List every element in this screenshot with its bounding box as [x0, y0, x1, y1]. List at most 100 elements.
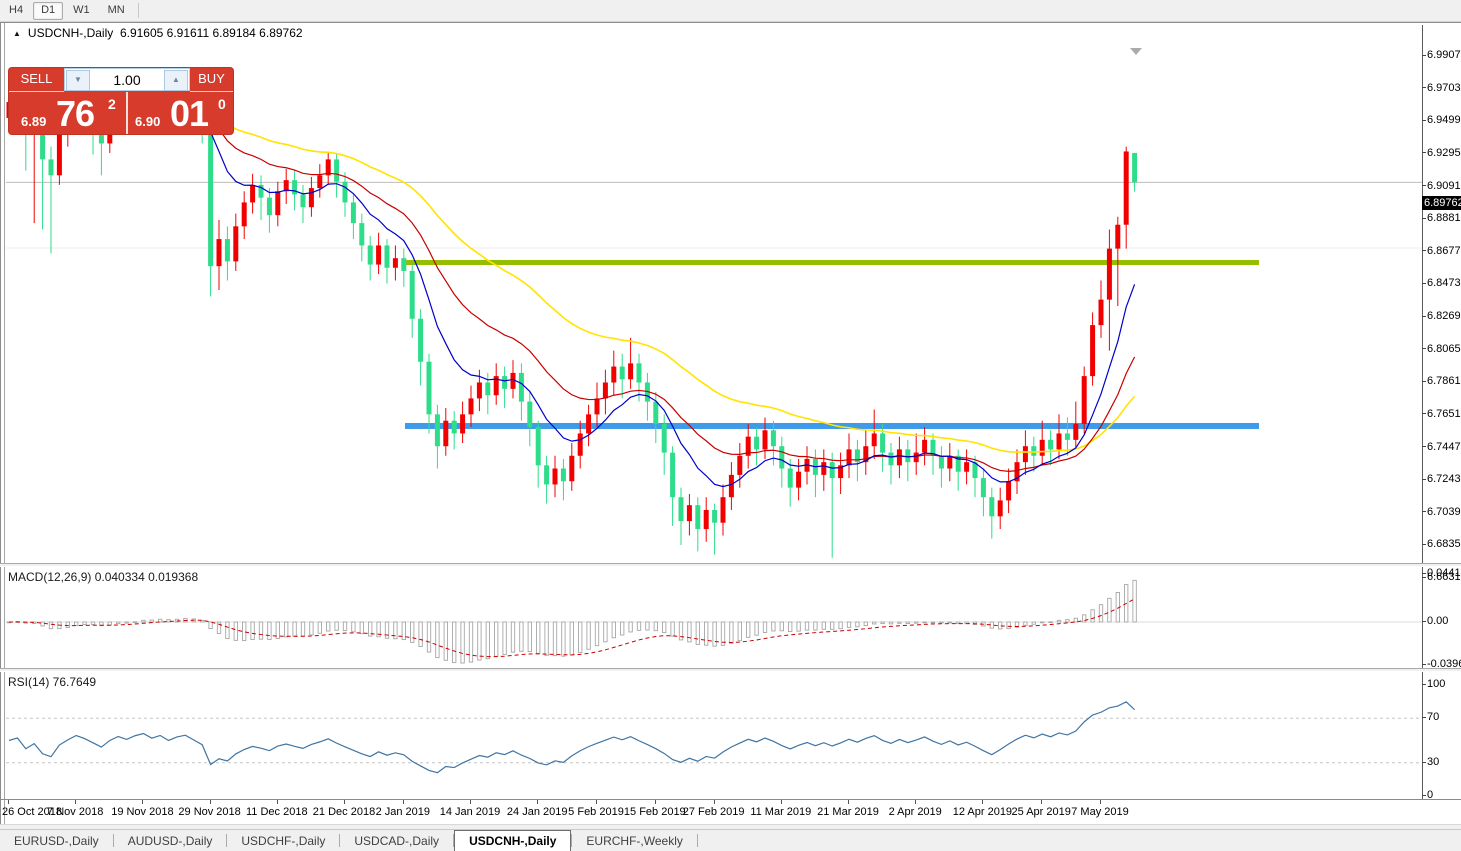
- date-axis-label: 21 Mar 2019: [817, 806, 879, 818]
- date-axis-label: 2 Apr 2019: [889, 806, 942, 818]
- chart-shift-marker-icon[interactable]: [1130, 48, 1142, 55]
- timeframe-toolbar: H4D1W1MN: [0, 0, 1461, 22]
- price-axis-tick: [1422, 413, 1426, 414]
- price-axis-label: 6.74470: [1427, 441, 1459, 453]
- rsi-axis-tick: [1422, 762, 1426, 763]
- tab-usdchf-daily[interactable]: USDCHF-,Daily: [227, 830, 339, 851]
- price-axis-label: 6.84730: [1427, 277, 1459, 289]
- date-axis-tick: [781, 800, 782, 804]
- price-axis-tick: [1422, 544, 1426, 545]
- price-axis-tick: [1422, 283, 1426, 284]
- timeframe-mn[interactable]: MN: [100, 2, 133, 20]
- price-axis-tick: [1422, 316, 1426, 317]
- price-axis-tick: [1422, 511, 1426, 512]
- chart-tabbar: EURUSD-,DailyAUDUSD-,DailyUSDCHF-,DailyU…: [0, 829, 1461, 851]
- timeframe-h4[interactable]: H4: [1, 2, 31, 20]
- date-axis-label: 12 Apr 2019: [953, 806, 1012, 818]
- one-click-trading-panel: SELL ▼ ▲ BUY 6.89 76 2 6.90 01 0: [9, 68, 233, 134]
- price-axis-tick: [1422, 218, 1426, 219]
- date-axis-tick: [655, 800, 656, 804]
- volume-increase-icon[interactable]: ▲: [164, 70, 188, 91]
- buy-price-small: 6.90: [135, 114, 160, 129]
- timeframe-d1[interactable]: D1: [33, 2, 63, 20]
- price-pane-layer: [6, 67, 1422, 558]
- timeframe-w1[interactable]: W1: [65, 2, 98, 20]
- date-axis-tick: [210, 800, 211, 804]
- price-axis-label: 6.80650: [1427, 343, 1459, 355]
- date-axis-label: 7 May 2019: [1071, 806, 1128, 818]
- date-axis-label: 19 Nov 2018: [111, 806, 173, 818]
- tab-audusd-daily[interactable]: AUDUSD-,Daily: [114, 830, 227, 851]
- price-axis-tick: [1422, 577, 1426, 578]
- tab-usdcnh-daily[interactable]: USDCNH-,Daily: [454, 830, 571, 851]
- tab-separator: [697, 834, 698, 847]
- date-axis-tick: [1041, 800, 1042, 804]
- trade-buttons-row: SELL ▼ ▲ BUY: [9, 68, 233, 91]
- date-axis-label: 14 Jan 2019: [440, 806, 501, 818]
- price-axis-label: 6.90910: [1427, 180, 1459, 192]
- rsi-pane-layer: [6, 702, 1422, 773]
- tab-usdcad-daily[interactable]: USDCAD-,Daily: [340, 830, 453, 851]
- date-axis-tick: [915, 800, 916, 804]
- date-axis-tick: [344, 800, 345, 804]
- price-axis-label: 6.97030: [1427, 82, 1459, 94]
- rsi-axis-label: 70: [1427, 711, 1459, 723]
- date-axis-label: 15 Feb 2019: [624, 806, 686, 818]
- date-axis-tick: [403, 800, 404, 804]
- date-axis-label: 27 Feb 2019: [683, 806, 745, 818]
- price-axis-label: 6.82690: [1427, 310, 1459, 322]
- date-axis-label: 29 Nov 2018: [178, 806, 240, 818]
- volume-stepper: ▼ ▲: [64, 68, 190, 91]
- chart-window[interactable]: ▲USDCNH-,Daily 6.91605 6.91611 6.89184 6…: [0, 22, 1461, 826]
- rsi-axis-label: 0: [1427, 789, 1459, 801]
- price-axis-label: 6.78610: [1427, 375, 1459, 387]
- rsi-axis-tick: [1422, 717, 1426, 718]
- price-axis-label: 6.86770: [1427, 245, 1459, 257]
- date-axis-tick: [596, 800, 597, 804]
- date-axis-tick: [537, 800, 538, 804]
- price-axis-tick: [1422, 55, 1426, 56]
- price-axis-label: 6.76510: [1427, 408, 1459, 420]
- price-axis-tick: [1422, 479, 1426, 480]
- tab-eurchf-weekly[interactable]: EURCHF-,Weekly: [572, 830, 696, 851]
- tab-eurusd-daily[interactable]: EURUSD-,Daily: [0, 830, 113, 851]
- date-axis-label: 11 Dec 2018: [246, 806, 308, 818]
- volume-decrease-icon[interactable]: ▼: [66, 70, 90, 91]
- date-axis-label: 24 Jan 2019: [507, 806, 568, 818]
- buy-price-panel[interactable]: 6.90 01 0: [128, 92, 233, 134]
- buy-button[interactable]: BUY: [190, 68, 233, 92]
- date-axis-line: [0, 799, 1461, 800]
- price-axis-tick: [1422, 87, 1426, 88]
- macd-axis-tick: [1422, 573, 1426, 574]
- sell-price-panel[interactable]: 6.89 76 2: [9, 92, 128, 134]
- date-axis-tick: [982, 800, 983, 804]
- date-axis-tick: [714, 800, 715, 804]
- price-axis-label: 6.99070: [1427, 49, 1459, 61]
- price-axis-tick: [1422, 348, 1426, 349]
- macd-indicator-label: MACD(12,26,9) 0.040334 0.019368: [8, 570, 198, 584]
- date-axis-label: 5 Feb 2019: [568, 806, 624, 818]
- sell-price-sup: 2: [108, 96, 116, 112]
- price-axis-tick: [1422, 185, 1426, 186]
- sell-button[interactable]: SELL: [9, 68, 64, 92]
- pane-separator-rsi[interactable]: [0, 668, 1461, 672]
- sell-price-small: 6.89: [21, 114, 46, 129]
- window-left-border: [4, 23, 5, 825]
- pane-separator-macd[interactable]: [0, 563, 1461, 567]
- price-axis-label: 6.92950: [1427, 147, 1459, 159]
- one-click-collapse-icon[interactable]: ▲: [13, 29, 21, 38]
- date-axis-label: 2 Jan 2019: [376, 806, 430, 818]
- price-axis-tick: [1422, 446, 1426, 447]
- chart-title: ▲USDCNH-,Daily 6.91605 6.91611 6.89184 6…: [13, 26, 303, 40]
- price-axis-tick: [1422, 120, 1426, 121]
- rsi-axis-label: 30: [1427, 756, 1459, 768]
- buy-price-big: 01: [170, 93, 208, 135]
- date-axis-label: 11 Mar 2019: [750, 806, 811, 818]
- date-axis-label: 25 Apr 2019: [1012, 806, 1071, 818]
- macd-axis-tick: [1422, 621, 1426, 622]
- price-axis-label: 6.94990: [1427, 114, 1459, 126]
- chart-canvas[interactable]: [1, 23, 1461, 825]
- rsi-axis-tick: [1422, 684, 1426, 685]
- volume-input[interactable]: [91, 69, 163, 90]
- toolbar-separator: [138, 3, 139, 18]
